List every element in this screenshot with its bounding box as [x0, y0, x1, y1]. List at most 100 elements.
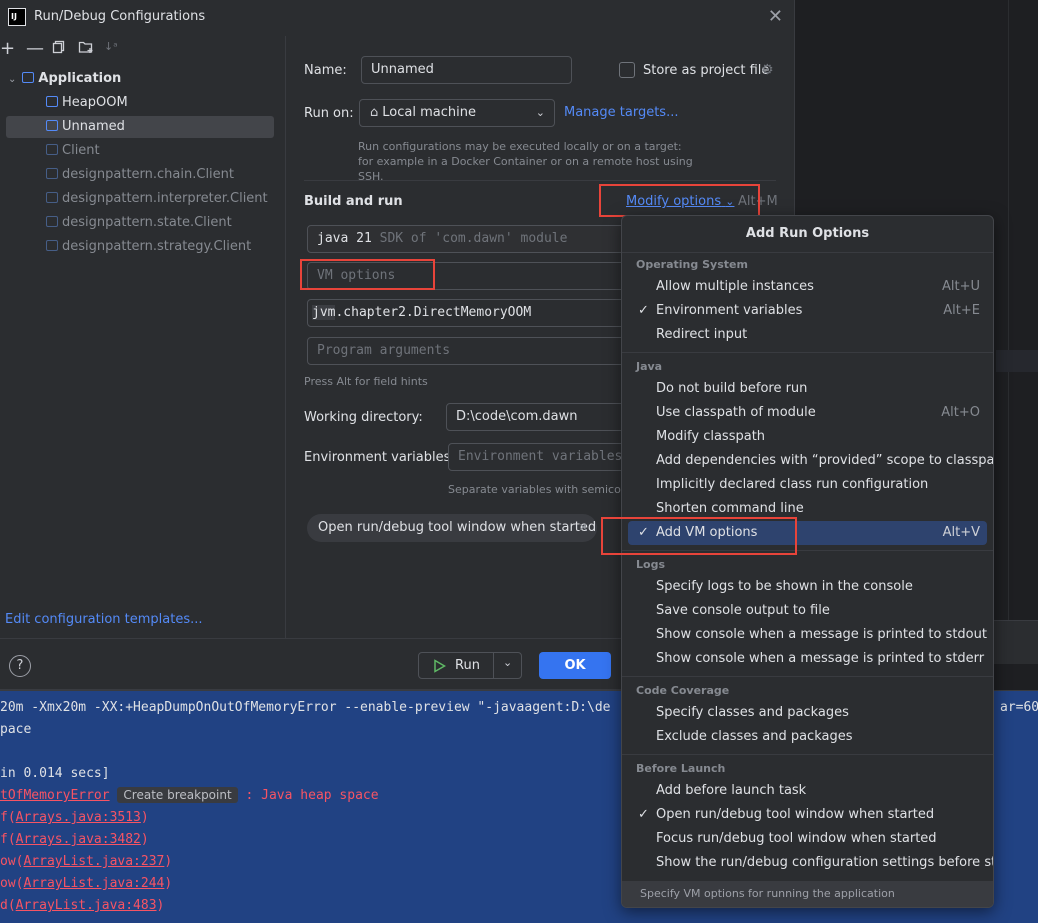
- close-icon[interactable]: ✕: [768, 6, 783, 27]
- menu-item-implicit-class[interactable]: Implicitly declared class run configurat…: [628, 473, 987, 497]
- stack-trace-link[interactable]: Arrays.java:3482: [16, 832, 141, 847]
- stack-trace-line: d(ArrayList.java:483): [0, 898, 165, 913]
- tree-item-chain-client[interactable]: designpattern.chain.Client: [46, 164, 234, 186]
- build-and-run-heading: Build and run: [304, 194, 403, 209]
- add-run-options-popup: Add Run Options Operating System Allow m…: [621, 215, 994, 908]
- alt-hint: Press Alt for field hints: [304, 375, 428, 388]
- popup-footer-hint: Specify VM options for running the appli…: [622, 881, 993, 907]
- highlight-box-add-vm: [601, 517, 797, 555]
- env-hint: Separate variables with semicolo: [448, 483, 631, 496]
- menu-item-add-dependencies[interactable]: Add dependencies with “provided” scope t…: [628, 449, 993, 473]
- console-command-tail: ar=60: [1000, 700, 1038, 715]
- main-class-input[interactable]: jvm.chapter2.DirectMemoryOOM: [307, 299, 627, 327]
- tree-root-application[interactable]: ⌄ Application: [8, 68, 121, 90]
- menu-item-show-settings[interactable]: Show the run/debug configuration setting…: [628, 851, 993, 875]
- stack-trace-link[interactable]: ArrayList.java:244: [23, 876, 164, 891]
- run-config-icon: [46, 96, 58, 107]
- name-input[interactable]: Unnamed: [361, 56, 572, 84]
- menu-item-classpath-module[interactable]: Use classpath of module Alt+O: [628, 401, 987, 425]
- stack-trace-line: f(Arrays.java:3482): [0, 832, 149, 847]
- exception-link[interactable]: tOfMemoryError: [0, 788, 110, 803]
- menu-item-redirect-input[interactable]: Redirect input: [628, 323, 987, 347]
- section-before-launch: Before Launch: [636, 762, 726, 775]
- stack-trace-link[interactable]: ArrayList.java:483: [16, 898, 157, 913]
- environment-variables-input[interactable]: Environment variables o: [448, 443, 627, 471]
- edit-templates-link[interactable]: Edit configuration templates...: [5, 612, 203, 627]
- menu-item-specify-logs[interactable]: Specify logs to be shown in the console: [628, 575, 987, 599]
- dialog-title-bar[interactable]: IJ Run/Debug Configurations ✕: [0, 0, 795, 36]
- popup-title: Add Run Options: [745, 226, 870, 241]
- stack-trace-link[interactable]: ArrayList.java:237: [23, 854, 164, 869]
- copy-icon[interactable]: [52, 40, 66, 58]
- section-divider: [304, 180, 776, 181]
- run-button[interactable]: Run ⌄: [418, 652, 522, 679]
- run-config-icon: [46, 144, 58, 155]
- console-command-line: 20m -Xmx20m -XX:+HeapDumpOnOutOfMemoryEr…: [0, 700, 611, 715]
- stack-trace-link[interactable]: Arrays.java:3513: [16, 810, 141, 825]
- section-code-coverage: Code Coverage: [636, 684, 730, 697]
- menu-item-specify-classes[interactable]: Specify classes and packages: [628, 701, 987, 725]
- sort-icon[interactable]: ↓ᵃ: [104, 40, 118, 53]
- console-line: pace: [0, 722, 32, 737]
- run-config-icon: [46, 168, 58, 179]
- menu-item-allow-multiple[interactable]: Allow multiple instances Alt+U: [628, 275, 987, 299]
- run-on-label: Run on:: [304, 106, 354, 121]
- chevron-down-icon[interactable]: ⌄: [8, 74, 16, 85]
- menu-item-env-vars[interactable]: ✓ Environment variables Alt+E: [628, 299, 987, 323]
- application-folder-icon: [22, 72, 35, 83]
- run-config-icon: [46, 120, 58, 131]
- menu-item-focus-tool-window[interactable]: Focus run/debug tool window when started: [628, 827, 987, 851]
- new-folder-icon[interactable]: [78, 40, 94, 58]
- manage-targets-link[interactable]: Manage targets...: [564, 105, 678, 120]
- program-arguments-input[interactable]: Program arguments: [307, 337, 627, 365]
- console-line: in 0.014 secs]: [0, 766, 110, 781]
- stack-trace-line: ow(ArrayList.java:237): [0, 854, 173, 869]
- help-icon[interactable]: ?: [9, 655, 31, 677]
- gear-icon[interactable]: ⚙: [761, 62, 774, 78]
- check-icon: ✓: [638, 807, 649, 822]
- editor-current-line: [996, 350, 1038, 372]
- dialog-title: Run/Debug Configurations: [34, 9, 206, 24]
- menu-item-no-build[interactable]: Do not build before run: [628, 377, 987, 401]
- menu-item-show-stderr[interactable]: Show console when a message is printed t…: [628, 647, 987, 671]
- check-icon: ✓: [638, 303, 649, 318]
- working-directory-label: Working directory:: [304, 410, 423, 425]
- menu-item-modify-classpath[interactable]: Modify classpath: [628, 425, 987, 449]
- menu-item-show-stdout[interactable]: Show console when a message is printed t…: [628, 623, 987, 647]
- menu-item-save-output[interactable]: Save console output to file: [628, 599, 987, 623]
- menu-item-add-before-launch[interactable]: Add before launch task: [628, 779, 987, 803]
- editor-gutter-line: [1008, 0, 1009, 620]
- ok-button[interactable]: OK: [539, 652, 611, 679]
- tree-item-state-client[interactable]: designpattern.state.Client: [46, 212, 232, 234]
- intellij-logo-icon: IJ: [8, 8, 26, 26]
- home-icon: ⌂: [370, 105, 379, 120]
- option-chip[interactable]: Open run/debug tool window when started …: [307, 514, 597, 542]
- highlight-box-vm: [300, 259, 435, 290]
- run-config-icon: [46, 240, 58, 251]
- tree-item-strategy-client[interactable]: designpattern.strategy.Client: [46, 236, 251, 258]
- console-exception-line: tOfMemoryError Create breakpoint : Java …: [0, 787, 379, 803]
- add-icon[interactable]: +: [0, 38, 15, 59]
- close-icon[interactable]: ✕: [579, 514, 588, 542]
- tree-item-unnamed[interactable]: Unnamed: [46, 116, 125, 138]
- section-logs: Logs: [636, 558, 665, 571]
- tree-item-heapoom[interactable]: HeapOOM: [46, 92, 128, 114]
- working-directory-input[interactable]: D:\code\com.dawn: [446, 403, 627, 431]
- store-project-checkbox[interactable]: [619, 62, 635, 78]
- stack-trace-line: ow(ArrayList.java:244): [0, 876, 173, 891]
- name-label: Name:: [304, 63, 347, 78]
- play-icon: [434, 659, 446, 673]
- tree-item-client[interactable]: Client: [46, 140, 100, 162]
- tree-item-interpreter-client[interactable]: designpattern.interpreter.Client: [46, 188, 268, 210]
- create-breakpoint-chip[interactable]: Create breakpoint: [117, 787, 238, 803]
- sdk-select[interactable]: java 21 SDK of 'com.dawn' module: [307, 225, 627, 253]
- menu-item-exclude-classes[interactable]: Exclude classes and packages: [628, 725, 987, 749]
- remove-icon[interactable]: —: [26, 38, 44, 59]
- menu-item-open-tool-window[interactable]: ✓ Open run/debug tool window when started: [628, 803, 987, 827]
- configurations-tree-panel: + — ↓ᵃ ⌄ Application HeapOOM Unnamed Clie…: [0, 36, 286, 638]
- run-on-select[interactable]: ⌂ Local machine ⌄: [359, 99, 555, 127]
- store-project-label: Store as project file: [643, 63, 770, 78]
- chevron-down-icon[interactable]: ⌄: [503, 656, 512, 669]
- highlight-box-modify: [599, 184, 760, 217]
- run-config-icon: [46, 192, 58, 203]
